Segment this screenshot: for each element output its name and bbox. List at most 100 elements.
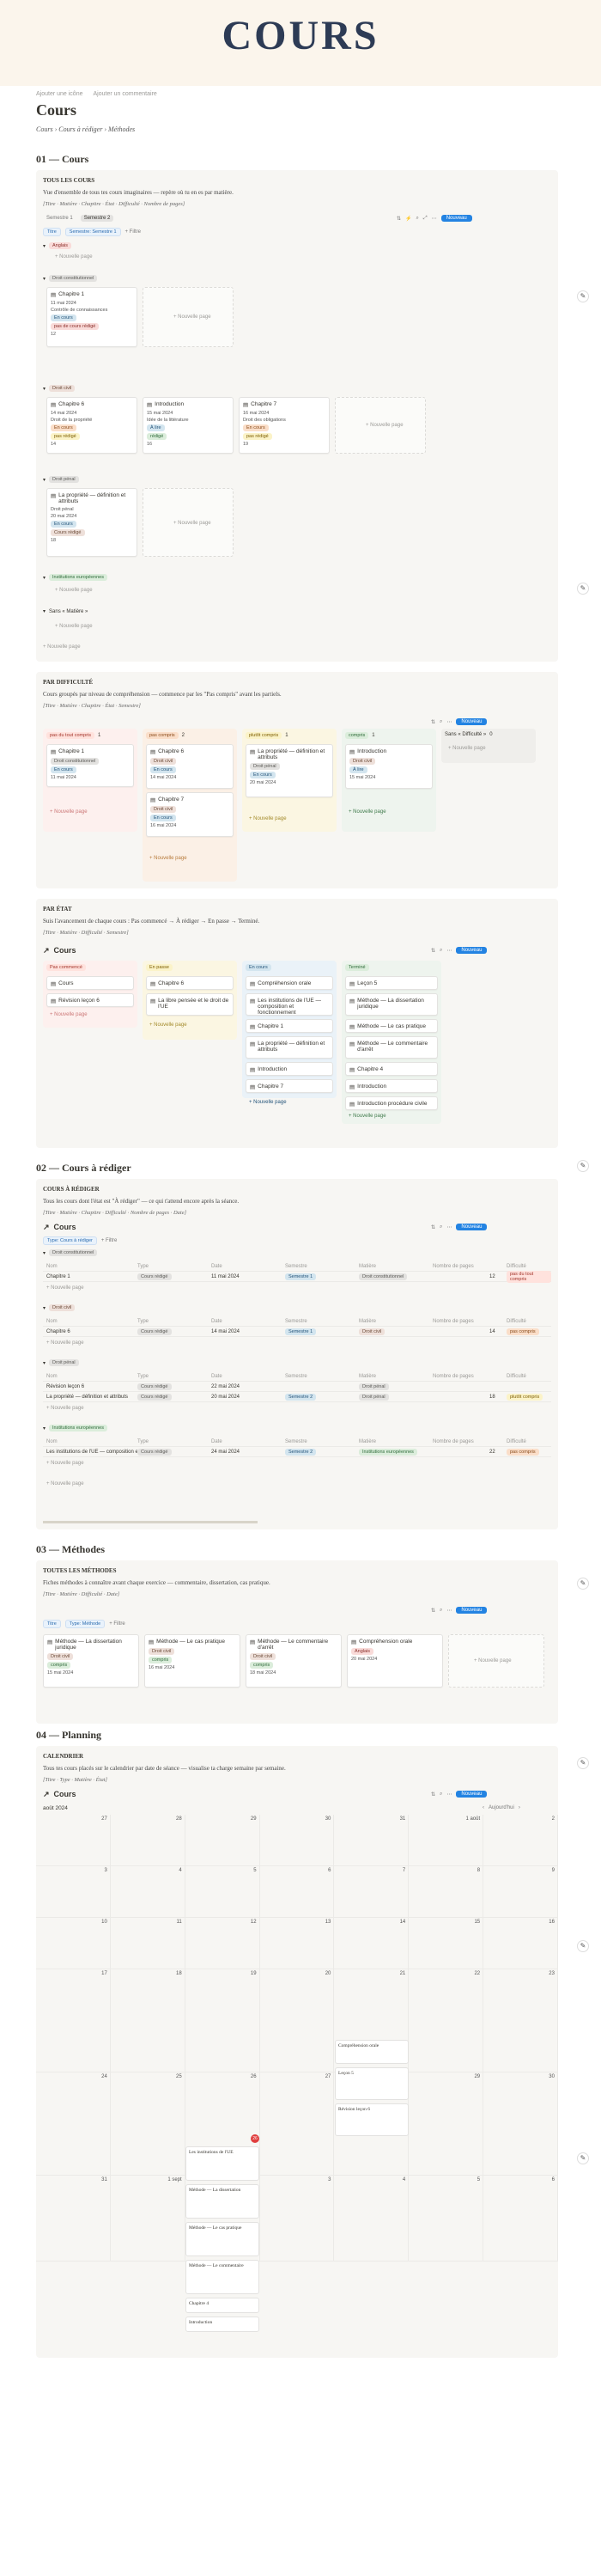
chevron-down-icon[interactable]: ▾ xyxy=(43,243,46,249)
calendar-day[interactable]: 1 août xyxy=(409,1815,484,1866)
course-card[interactable]: ▤ Chapitre 7 16 mai 2024 Droit des obliga… xyxy=(239,397,330,454)
calendar-day[interactable]: 27 xyxy=(36,1815,111,1866)
calendar-day[interactable]: 3 xyxy=(36,1866,111,1918)
calendar-day[interactable]: 24 xyxy=(36,2072,111,2176)
calendar-day[interactable]: 12 xyxy=(185,1918,260,1969)
new-page-button[interactable]: + Nouvelle page xyxy=(50,809,88,815)
calendar-day[interactable]: 10 xyxy=(36,1918,111,1969)
new-page-button[interactable]: + Nouvelle page xyxy=(50,1012,88,1017)
calendar-day[interactable]: 5 xyxy=(409,2176,484,2262)
calendar-event[interactable]: Chapitre 4 xyxy=(185,2298,259,2313)
new-group-button[interactable]: + Nouvelle page xyxy=(46,1481,84,1486)
comment-icon[interactable]: ✎ xyxy=(577,1578,589,1590)
filter-icon[interactable]: ⇅ xyxy=(431,1792,435,1798)
search-icon[interactable]: ⌕ xyxy=(440,1608,442,1614)
new-button[interactable]: Nouveau xyxy=(456,1791,488,1798)
new-page-button[interactable]: + Nouvelle page xyxy=(448,746,486,751)
search-icon[interactable]: ⌕ xyxy=(440,719,442,725)
calendar-event[interactable]: Compréhension orale xyxy=(335,2040,409,2064)
calendar-day[interactable]: 7 xyxy=(334,1866,410,1918)
course-card[interactable]: ▤ Leçon 5 xyxy=(345,976,438,990)
filter-icon[interactable]: ⇅ xyxy=(431,1608,435,1614)
tab-semestre-2[interactable]: Semestre 2 xyxy=(80,215,114,222)
method-card[interactable]: ▤ Méthode — Le cas pratique Droit civil c… xyxy=(144,1634,240,1688)
calendar-day[interactable]: 14 xyxy=(334,1918,410,1969)
new-button[interactable]: Nouveau xyxy=(456,718,488,725)
table-row[interactable]: Chapitre 6 Cours rédigé 14 mai 2024 Semestr… xyxy=(43,1327,551,1337)
search-icon[interactable]: ⌕ xyxy=(416,216,419,222)
calendar-day[interactable]: 22 xyxy=(409,1969,484,2072)
add-filter[interactable]: + Filtre xyxy=(109,1621,125,1627)
add-comment-link[interactable]: Ajouter un commentaire xyxy=(93,91,156,97)
course-card[interactable]: ▤ Introduction Droit civil À lire 15 mai … xyxy=(345,744,433,789)
calendar-day[interactable]: 6 xyxy=(483,2176,558,2262)
course-card[interactable]: ▤ Introduction xyxy=(345,1079,438,1093)
filter-chip[interactable]: Type: Méthode xyxy=(64,1620,106,1628)
table-row[interactable]: Chapitre 1 Cours rédigé 11 mai 2024 Semestr… xyxy=(43,1270,551,1283)
calendar-event[interactable]: Introduction xyxy=(185,2317,259,2332)
method-card[interactable]: ▤ Compréhension orale Anglais 20 mai 2024 xyxy=(347,1634,443,1688)
calendar-day[interactable]: 29 xyxy=(185,1815,260,1866)
comment-icon[interactable]: ✎ xyxy=(577,290,589,302)
new-page-button[interactable]: + Nouvelle page xyxy=(249,816,287,821)
new-page-button[interactable]: + Nouvelle page xyxy=(249,1100,287,1105)
chevron-down-icon[interactable]: ▾ xyxy=(43,276,46,282)
chevron-right-icon[interactable]: › xyxy=(519,1805,520,1810)
method-card[interactable]: ▤ Méthode — La dissertation juridique Dro… xyxy=(43,1634,139,1688)
course-card[interactable]: ▤ Chapitre 6 14 mai 2024 Droit de la prop… xyxy=(46,397,137,454)
more-icon[interactable]: ⋯ xyxy=(446,1224,452,1230)
new-page-button[interactable]: + Nouvelle page xyxy=(46,1406,84,1411)
new-page-button[interactable]: + Nouvelle page xyxy=(55,588,93,593)
calendar-day[interactable]: 25 xyxy=(110,2072,185,2176)
calendar-day[interactable]: 5 xyxy=(185,1866,260,1918)
course-card[interactable]: ▤ Chapitre 1 11 mai 2024 Contrôle de conn… xyxy=(46,287,137,347)
more-icon[interactable]: ⋯ xyxy=(432,216,437,222)
course-card[interactable]: ▤ Chapitre 7 Droit civil En cours 16 mai … xyxy=(146,792,234,837)
calendar-day[interactable]: 9 xyxy=(483,1866,558,1918)
sort-icon[interactable]: ⚡ xyxy=(405,216,411,222)
chevron-down-icon[interactable]: ▾ xyxy=(43,1360,46,1366)
add-filter[interactable]: + Filtre xyxy=(125,229,142,235)
new-page-button[interactable]: + Nouvelle page xyxy=(149,1022,187,1028)
calendar-day[interactable]: 20 xyxy=(259,1969,335,2072)
comment-icon[interactable]: ✎ xyxy=(577,583,589,595)
filter-chip[interactable]: Titre xyxy=(43,1620,61,1628)
chevron-down-icon[interactable]: ▾ xyxy=(43,575,46,581)
today-button[interactable]: Aujourd'hui xyxy=(489,1805,514,1810)
filter-icon[interactable]: ⇅ xyxy=(431,948,435,954)
course-card[interactable]: ▤ La propriété — définition et attributs … xyxy=(246,744,333,797)
chevron-down-icon[interactable]: ▾ xyxy=(43,386,46,392)
new-page-button[interactable]: + Nouvelle page xyxy=(366,423,404,428)
filter-chip[interactable]: Semestre: Semestre 1 xyxy=(64,228,121,236)
course-card[interactable]: ▤ Les institutions de l'UE — composition … xyxy=(246,993,333,1016)
calendar-day[interactable]: 31 xyxy=(334,1815,410,1866)
calendar-day[interactable]: 6 xyxy=(259,1866,335,1918)
database-title[interactable]: Cours xyxy=(54,1223,76,1231)
course-card[interactable]: ▤ Chapitre 1 xyxy=(246,1019,333,1033)
new-page-button[interactable]: + Nouvelle page xyxy=(149,856,187,861)
database-title[interactable]: Cours xyxy=(54,1790,76,1798)
course-card[interactable]: ▤ Chapitre 6 Droit civil En cours 14 mai … xyxy=(146,744,234,789)
search-icon[interactable]: ⌕ xyxy=(440,1792,442,1798)
more-icon[interactable]: ⋯ xyxy=(446,948,452,954)
calendar-day[interactable]: 1 sept xyxy=(110,2176,185,2262)
course-card[interactable]: ▤ La libre pensée et le droit de l'UE xyxy=(146,993,234,1016)
calendar-day[interactable]: 2 xyxy=(483,1815,558,1866)
new-button[interactable]: Nouveau xyxy=(456,947,488,954)
calendar-day[interactable]: 30 xyxy=(483,2072,558,2176)
expand-icon[interactable]: ⤢ xyxy=(423,216,428,222)
calendar-day[interactable]: 16 xyxy=(483,1918,558,1969)
new-button[interactable]: Nouveau xyxy=(456,1607,488,1614)
calendar-day[interactable]: 19 xyxy=(185,1969,260,2072)
course-card[interactable]: ▤ Chapitre 4 xyxy=(345,1062,438,1076)
new-page-button[interactable]: + Nouvelle page xyxy=(173,314,211,320)
chevron-down-icon[interactable]: ▾ xyxy=(43,1425,46,1431)
chevron-down-icon[interactable]: ▾ xyxy=(43,477,46,483)
more-icon[interactable]: ⋯ xyxy=(446,1608,452,1614)
chevron-down-icon[interactable]: ▾ xyxy=(43,608,46,614)
course-card[interactable]: ▤ Chapitre 1 Droit constitutionnel En cou… xyxy=(46,744,134,787)
new-page-button[interactable]: + Nouvelle page xyxy=(46,1461,84,1466)
new-page-button[interactable]: + Nouvelle page xyxy=(46,1285,84,1291)
calendar-day[interactable]: 30 xyxy=(259,1815,335,1866)
course-card[interactable]: ▤ La propriété — définition et attributs xyxy=(246,1036,333,1059)
